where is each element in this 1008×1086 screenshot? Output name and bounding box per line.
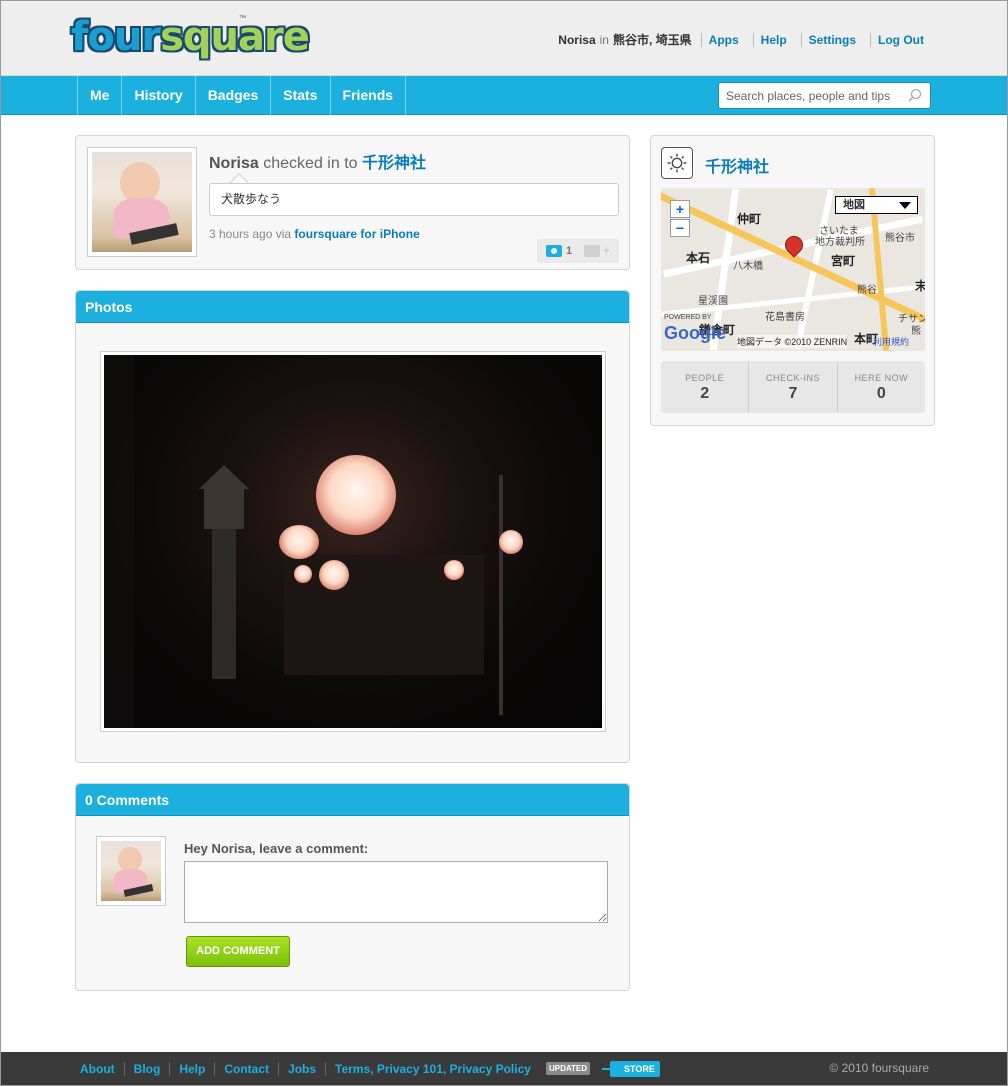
venue-map[interactable]: 仲町 本石 宮町 八木橋 さいたま 地方裁判所 熊谷市 熊谷 星渓園 花島書房 …: [661, 188, 925, 351]
comments-panel: 0 Comments Hey Norisa, leave a comment: …: [75, 783, 630, 991]
footer-contact-link[interactable]: Contact: [214, 1061, 278, 1076]
venue-card: 千形神社 仲町 本石 宮町 八木橋 さいたま 地方裁判所 熊谷市 熊谷 星渓園 …: [650, 135, 935, 426]
camera-icon[interactable]: [546, 245, 562, 257]
footer-copyright: © 2010 foursquare: [829, 1061, 929, 1075]
chevron-down-icon: [899, 202, 911, 209]
nav-item-history[interactable]: History: [121, 76, 194, 115]
search-input[interactable]: [719, 83, 899, 108]
map-type-select[interactable]: 地図: [835, 196, 918, 214]
settings-link[interactable]: Settings: [800, 32, 863, 47]
venue-name-link[interactable]: 千形神社: [705, 153, 769, 177]
commenter-avatar[interactable]: [96, 836, 166, 906]
stat-checkins: CHECK-INS 7: [748, 361, 836, 413]
user-bar: Norisa in 熊谷市, 埼玉県 Apps Help Settings Lo…: [558, 31, 931, 48]
user-avatar[interactable]: [87, 147, 197, 257]
checkin-user-link[interactable]: Norisa: [209, 155, 259, 172]
stat-here-now: HERE NOW 0: [836, 361, 925, 413]
nav-item-badges[interactable]: Badges: [194, 76, 271, 115]
photos-heading: Photos: [76, 291, 629, 323]
current-user-name: Norisa: [558, 32, 596, 47]
foursquare-logo[interactable]: foursquare ™: [71, 13, 310, 63]
footer-jobs-link[interactable]: Jobs: [278, 1061, 325, 1076]
add-comment-button[interactable]: ADD COMMENT: [186, 936, 290, 967]
google-logo: Google: [664, 323, 726, 343]
photo-count: 1: [566, 245, 573, 257]
nav-item-stats[interactable]: Stats: [270, 76, 329, 115]
map-zoom-out-button[interactable]: −: [670, 219, 690, 237]
footer-about-link[interactable]: About: [71, 1062, 124, 1076]
footer-help-link[interactable]: Help: [169, 1061, 214, 1076]
help-link[interactable]: Help: [752, 32, 794, 47]
photos-panel: Photos: [75, 290, 630, 763]
comments-heading: 0 Comments: [76, 784, 629, 816]
map-terms-link[interactable]: 利用規約: [873, 335, 909, 348]
footer-terms-link[interactable]: Terms, Privacy 101, Privacy Policy: [325, 1061, 540, 1076]
stat-people: PEOPLE 2: [685, 373, 725, 402]
apps-link[interactable]: Apps: [700, 32, 746, 47]
search-icon[interactable]: [908, 88, 922, 102]
store-link[interactable]: STORE: [602, 1060, 660, 1077]
footer-blog-link[interactable]: Blog: [123, 1061, 170, 1076]
client-link[interactable]: foursquare for iPhone: [294, 227, 419, 241]
map-zoom-in-button[interactable]: +: [670, 200, 690, 218]
logout-link[interactable]: Log Out: [870, 32, 931, 47]
nav-item-me[interactable]: Me: [77, 76, 121, 115]
updated-badge: UPDATED: [545, 1062, 591, 1075]
venue-category-icon: [661, 147, 693, 179]
site-header: foursquare ™ Norisa in 熊谷市, 埼玉県 Apps Hel…: [1, 1, 1007, 76]
checkin-shout: 犬散歩なう: [209, 183, 619, 216]
checkin-photo[interactable]: [100, 351, 606, 732]
comment-prompt: Hey Norisa, leave a comment:: [184, 841, 369, 856]
comment-icon[interactable]: [584, 245, 601, 257]
checkin-title: Norisa checked in to 千形神社: [209, 155, 426, 172]
map-copyright: 地図データ ©2010 ZENRIN: [737, 335, 848, 348]
comment-textarea[interactable]: [184, 861, 608, 923]
nav-item-friends[interactable]: Friends: [329, 76, 407, 115]
current-location: 熊谷市, 埼玉県: [612, 33, 692, 47]
checkin-meta: 3 hours ago via foursquare for iPhone: [209, 227, 420, 241]
checkin-venue-link[interactable]: 千形神社: [362, 155, 426, 172]
site-footer: About Blog Help Contact Jobs Terms, Priv…: [1, 1052, 1007, 1085]
checkin-actions: 1 +: [537, 239, 619, 263]
venue-stats: PEOPLE 2 CHECK-INS 7 HERE NOW 0: [661, 361, 925, 413]
checkin-card: Norisa checked in to 千形神社 犬散歩なう 3 hours …: [75, 135, 630, 270]
search-box: [718, 82, 931, 109]
